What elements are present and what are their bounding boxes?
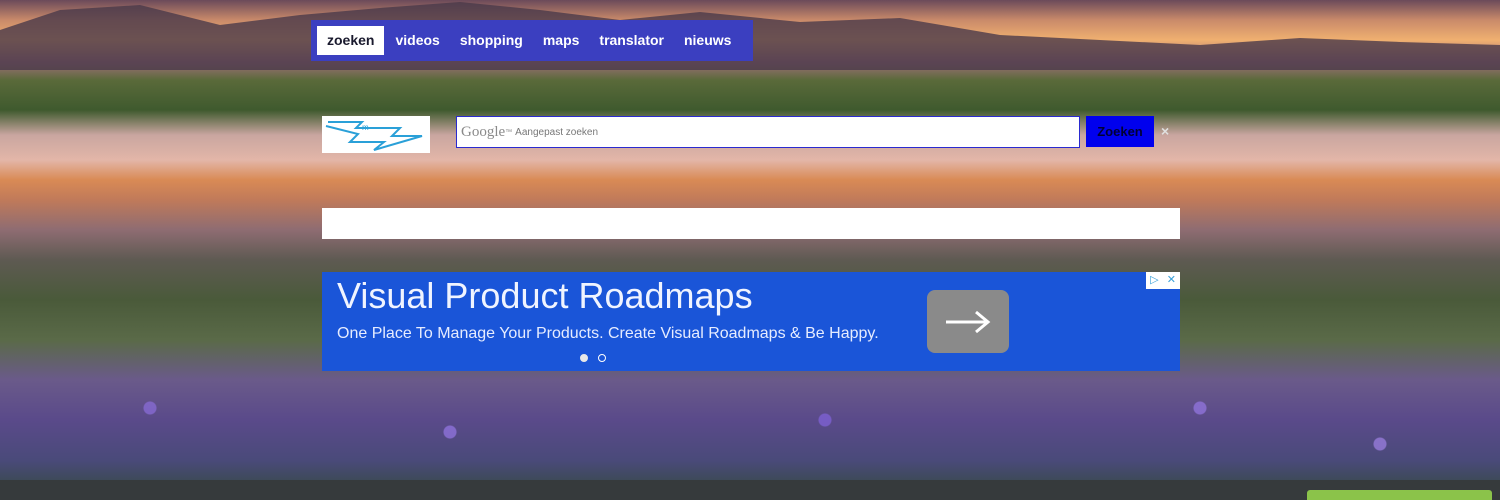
carousel-dots — [580, 354, 606, 362]
bottom-bar — [0, 480, 1500, 500]
site-logo[interactable]: m — [322, 116, 430, 153]
top-nav: zoeken videos shopping maps translator n… — [311, 20, 753, 61]
google-brand-label: Google — [461, 123, 506, 140]
close-icon[interactable]: ✕ — [1167, 272, 1176, 289]
blank-banner-strip — [322, 208, 1180, 239]
clear-search-icon[interactable]: × — [1161, 123, 1169, 139]
carousel-dot-2[interactable] — [598, 354, 606, 362]
nav-item-translator[interactable]: translator — [589, 26, 674, 55]
ad-choices[interactable]: ▷ ✕ — [1146, 272, 1180, 289]
green-action-button[interactable] — [1307, 490, 1492, 500]
search-input[interactable]: Google ™ Aangepast zoeken — [456, 116, 1080, 148]
search-placeholder: Aangepast zoeken — [515, 126, 599, 138]
carousel-dot-1[interactable] — [580, 354, 588, 362]
ad-banner[interactable]: Visual Product Roadmaps One Place To Man… — [322, 272, 1180, 371]
ad-choices-icon[interactable]: ▷ — [1150, 272, 1158, 289]
nav-item-nieuws[interactable]: nieuws — [674, 26, 741, 55]
svg-text:m: m — [362, 123, 369, 132]
lightning-logo-icon: m — [325, 121, 423, 151]
arrow-right-icon — [946, 310, 991, 333]
nav-item-maps[interactable]: maps — [533, 26, 590, 55]
nav-item-zoeken[interactable]: zoeken — [317, 26, 385, 55]
ad-arrow-button[interactable] — [927, 290, 1009, 353]
search-button[interactable]: Zoeken — [1086, 116, 1154, 147]
ad-description[interactable]: One Place To Manage Your Products. Creat… — [337, 325, 879, 343]
ad-title[interactable]: Visual Product Roadmaps — [337, 275, 753, 317]
nav-item-shopping[interactable]: shopping — [450, 26, 533, 55]
google-trademark: ™ — [505, 128, 513, 136]
nav-item-videos[interactable]: videos — [385, 26, 449, 55]
